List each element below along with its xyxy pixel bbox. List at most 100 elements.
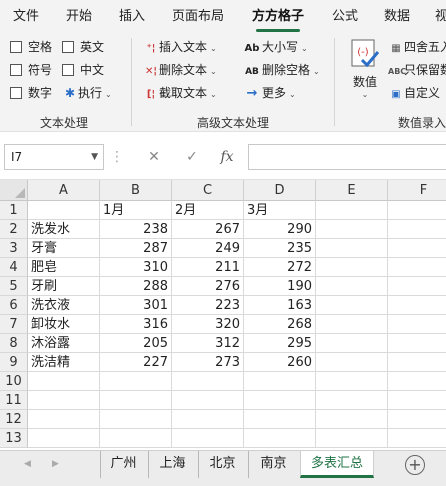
tab-page-layout[interactable]: 页面布局 (172, 9, 224, 29)
scroll-right-icon[interactable]: ▶ (52, 459, 59, 469)
cell-a8[interactable]: 沐浴露 (28, 334, 100, 353)
insert-text-button[interactable]: ⁺¦ 插入文本 ⌄ (143, 37, 217, 57)
cell-e2[interactable] (316, 220, 388, 239)
cell-d8[interactable]: 295 (244, 334, 316, 353)
tab-view[interactable]: 视 (435, 9, 446, 29)
cell-b11[interactable] (100, 391, 172, 410)
cell-c12[interactable] (172, 410, 244, 429)
cell-f9[interactable] (388, 353, 446, 372)
cell-d1[interactable]: 3月 (244, 201, 316, 220)
cell-e1[interactable] (316, 201, 388, 220)
cell-a13[interactable] (28, 429, 100, 448)
column-header-f[interactable]: F (388, 180, 446, 201)
row-header[interactable]: 10 (0, 372, 28, 391)
delete-space-button[interactable]: AB 删除空格 ⌄ (242, 60, 320, 80)
cell-d12[interactable] (244, 410, 316, 429)
cell-f3[interactable] (388, 239, 446, 258)
cell-c3[interactable]: 249 (172, 239, 244, 258)
row-header[interactable]: 3 (0, 239, 28, 258)
case-button[interactable]: Ab 大小写 ⌄ (242, 37, 308, 57)
scroll-left-icon[interactable]: ◀ (24, 459, 31, 469)
cell-b8[interactable]: 205 (100, 334, 172, 353)
cell-f2[interactable] (388, 220, 446, 239)
cell-e9[interactable] (316, 353, 388, 372)
column-header-c[interactable]: C (172, 180, 244, 201)
confirm-icon[interactable]: ✓ (180, 144, 204, 170)
insert-function-icon[interactable]: fx (215, 144, 239, 170)
tab-home[interactable]: 开始 (66, 9, 92, 29)
cell-a12[interactable] (28, 410, 100, 429)
row-header[interactable]: 8 (0, 334, 28, 353)
cell-c7[interactable]: 320 (172, 315, 244, 334)
tab-fangfang[interactable]: 方方格子 (252, 9, 304, 32)
checkbox-symbol[interactable]: 符号 (10, 61, 52, 79)
cell-c13[interactable] (172, 429, 244, 448)
formula-input[interactable] (248, 144, 446, 170)
cell-a3[interactable]: 牙膏 (28, 239, 100, 258)
row-header[interactable]: 5 (0, 277, 28, 296)
cell-e7[interactable] (316, 315, 388, 334)
checkbox-box[interactable] (10, 87, 22, 99)
cell-f7[interactable] (388, 315, 446, 334)
cell-a4[interactable]: 肥皂 (28, 258, 100, 277)
cell-b6[interactable]: 301 (100, 296, 172, 315)
row-header[interactable]: 12 (0, 410, 28, 429)
cell-b7[interactable]: 316 (100, 315, 172, 334)
cell-b12[interactable] (100, 410, 172, 429)
sheet-tab-summary[interactable]: 多表汇总 (300, 451, 374, 478)
cell-c2[interactable]: 267 (172, 220, 244, 239)
cell-d11[interactable] (244, 391, 316, 410)
row-header[interactable]: 1 (0, 201, 28, 220)
row-header[interactable]: 11 (0, 391, 28, 410)
cell-c6[interactable]: 223 (172, 296, 244, 315)
checkbox-english[interactable]: 英文 (62, 38, 104, 56)
row-header[interactable]: 4 (0, 258, 28, 277)
checkbox-number[interactable]: 数字 (10, 84, 52, 102)
cell-f10[interactable] (388, 372, 446, 391)
cell-f4[interactable] (388, 258, 446, 277)
cell-c8[interactable]: 312 (172, 334, 244, 353)
cell-e4[interactable] (316, 258, 388, 277)
tab-formulas[interactable]: 公式 (332, 9, 358, 29)
cell-a10[interactable] (28, 372, 100, 391)
custom-button[interactable]: ▣ 自定义 (388, 83, 440, 103)
column-header-e[interactable]: E (316, 180, 388, 201)
cell-c5[interactable]: 276 (172, 277, 244, 296)
cell-f12[interactable] (388, 410, 446, 429)
cell-c11[interactable] (172, 391, 244, 410)
select-all-corner[interactable] (0, 180, 28, 201)
cell-d5[interactable]: 190 (244, 277, 316, 296)
cell-c9[interactable]: 273 (172, 353, 244, 372)
cell-d10[interactable] (244, 372, 316, 391)
checkbox-space[interactable]: 空格 (10, 38, 52, 56)
row-header[interactable]: 2 (0, 220, 28, 239)
checkbox-box[interactable] (10, 41, 22, 53)
cell-f1[interactable] (388, 201, 446, 220)
cell-e3[interactable] (316, 239, 388, 258)
cell-f8[interactable] (388, 334, 446, 353)
cell-b3[interactable]: 287 (100, 239, 172, 258)
delete-text-button[interactable]: ✕¦ 删除文本 ⌄ (143, 60, 217, 80)
sheet-tab-shanghai[interactable]: 上海 (148, 451, 196, 478)
cell-d13[interactable] (244, 429, 316, 448)
cell-b13[interactable] (100, 429, 172, 448)
keep-only-button[interactable]: ABC只保留数 (388, 60, 446, 80)
row-header[interactable]: 13 (0, 429, 28, 448)
cell-c1[interactable]: 2月 (172, 201, 244, 220)
tab-insert[interactable]: 插入 (119, 9, 145, 29)
cell-f6[interactable] (388, 296, 446, 315)
cell-f11[interactable] (388, 391, 446, 410)
cell-b9[interactable]: 227 (100, 353, 172, 372)
name-box[interactable]: I7 ▼ (4, 144, 104, 170)
chevron-down-icon[interactable]: ▼ (91, 145, 98, 169)
sheet-tab-guangzhou[interactable]: 广州 (100, 451, 146, 478)
cell-a9[interactable]: 洗洁精 (28, 353, 100, 372)
checkbox-box[interactable] (62, 64, 74, 76)
cell-a11[interactable] (28, 391, 100, 410)
cell-f5[interactable] (388, 277, 446, 296)
cell-a6[interactable]: 洗衣液 (28, 296, 100, 315)
cell-d6[interactable]: 163 (244, 296, 316, 315)
value-button[interactable]: (-) 数值 ⌄ (348, 38, 382, 108)
cell-a2[interactable]: 洗发水 (28, 220, 100, 239)
cell-a5[interactable]: 牙刷 (28, 277, 100, 296)
